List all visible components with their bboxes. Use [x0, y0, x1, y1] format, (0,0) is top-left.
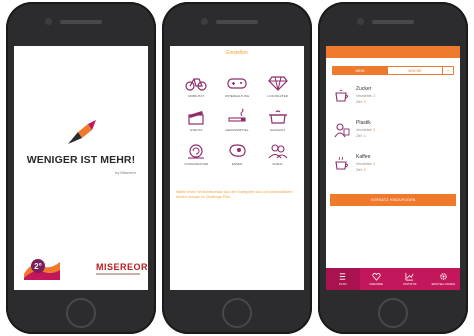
app-logo-icon — [68, 120, 96, 144]
home-button[interactable] — [66, 298, 96, 328]
category-label: MOBILITÄT — [188, 94, 205, 98]
steak-icon — [229, 144, 246, 157]
diamond-icon — [267, 76, 288, 91]
categories-description: Wähle einen Verzichtsvorsatz aus den Kat… — [176, 190, 293, 199]
item-progress-label: Verzichtet: — [356, 128, 373, 132]
nav-statistics[interactable]: STATISTIK — [393, 268, 427, 290]
sponsor-tagline-bar — [96, 273, 140, 275]
item-goal-label: Ziel: — [356, 168, 363, 172]
item-progress: Verzichtet: 2 — [356, 128, 375, 132]
sponsor-logo: MISEREOR — [96, 262, 148, 272]
category-entertainment[interactable]: UNTERHALTUNG — [217, 74, 258, 98]
home-button[interactable] — [222, 298, 252, 328]
tab-mine[interactable]: MEIN — [333, 67, 388, 74]
tab-add[interactable]: + — [443, 67, 453, 74]
item-goal: Ziel: 3 — [356, 134, 366, 138]
list-item[interactable]: Kaffee Verzichtet: 2 Ziel: 3 — [334, 154, 454, 182]
add-goal-button[interactable]: VORSATZ HINZUFÜGEN — [330, 194, 456, 206]
cigarette-icon — [228, 108, 246, 122]
category-luxury[interactable]: LUXUSGÜTER — [257, 74, 298, 98]
category-label: GENUSSMITTEL — [225, 128, 249, 132]
earpiece — [372, 20, 414, 24]
item-goal-value: 3 — [363, 168, 366, 172]
tracker-screen: MEIN WOCHE + Zucker Verzichtet: 2 Ziel: … — [326, 46, 460, 290]
nav-settings[interactable]: EINSTELLUNGEN — [427, 268, 461, 290]
front-camera — [45, 18, 52, 25]
nav-label: FREUNDE — [369, 282, 384, 286]
front-camera — [357, 18, 364, 25]
bag-icon — [334, 123, 350, 138]
category-stimulants[interactable]: GENUSSMITTEL — [217, 108, 258, 132]
nav-plan[interactable]: PLAN — [326, 268, 360, 290]
nav-friends[interactable]: FREUNDE — [360, 268, 394, 290]
snail-icon — [188, 144, 205, 159]
app-showcase: WENIGER IST MEHR! by Misereor 2° MISEREO… — [0, 0, 474, 336]
category-label: ESSEN — [231, 162, 243, 166]
nav-label: STATISTIK — [402, 282, 417, 286]
category-mobility[interactable]: MOBILITÄT — [176, 74, 217, 98]
gamepad-icon — [227, 78, 247, 89]
home-button[interactable] — [378, 298, 408, 328]
category-consumer-goods[interactable]: KONSUMGÜTER — [176, 142, 217, 166]
app-title: WENIGER IST MEHR! — [26, 154, 136, 166]
nav-label: EINSTELLUNGEN — [431, 282, 455, 286]
chart-icon — [405, 272, 414, 281]
heart-icon — [372, 273, 381, 281]
item-goal: Ziel: 3 — [356, 100, 366, 104]
coffee-icon — [335, 156, 348, 170]
category-food[interactable]: ESSEN — [217, 142, 258, 166]
people-icon — [268, 144, 288, 159]
front-camera — [201, 18, 208, 25]
bottom-nav: PLAN FREUNDE STATISTIK EINSTELLUNGEN — [326, 268, 460, 290]
item-progress-label: Verzichtet: — [356, 162, 373, 166]
list-item[interactable]: Plastik Verzichtet: 2 Ziel: 3 — [334, 120, 454, 148]
category-social[interactable]: SOZIAL — [257, 142, 298, 166]
clapperboard-icon — [188, 111, 204, 125]
item-progress-value: 2 — [373, 162, 376, 166]
item-progress-value: 2 — [373, 94, 376, 98]
cup-icon — [335, 89, 348, 102]
item-progress-label: Verzichtet: — [356, 94, 373, 98]
item-goal: Ziel: 3 — [356, 168, 366, 172]
list-icon — [340, 273, 346, 280]
item-progress: Verzichtet: 2 — [356, 162, 375, 166]
category-household[interactable]: HAUSHALT — [257, 108, 298, 132]
bicycle-icon — [185, 78, 207, 91]
category-label: UNTERHALTUNG — [224, 94, 250, 98]
category-events[interactable]: EVENTS — [176, 108, 217, 132]
header-bar — [326, 46, 460, 58]
partner-logo-icon: 2° — [24, 259, 60, 280]
categories-screen: Einstellen MOBILITÄT UNTERHALTUNG LUXUSG… — [170, 46, 304, 290]
phone-tracker: MEIN WOCHE + Zucker Verzichtet: 2 Ziel: … — [318, 2, 468, 334]
list-item[interactable]: Zucker Verzichtet: 2 Ziel: 3 — [334, 86, 454, 114]
tab-week[interactable]: WOCHE — [388, 67, 443, 74]
earpiece — [60, 20, 102, 24]
tab-bar: MEIN WOCHE + — [332, 66, 454, 75]
item-goal-value: 3 — [363, 134, 366, 138]
category-label: EVENTS — [190, 128, 203, 132]
item-name: Plastik — [356, 120, 371, 126]
phone-categories: Einstellen MOBILITÄT UNTERHALTUNG LUXUSG… — [162, 2, 312, 334]
nav-label: PLAN — [339, 282, 347, 286]
category-grid: MOBILITÄT UNTERHALTUNG LUXUSGÜTER EVENTS… — [176, 74, 298, 166]
partner-logo-text: 2° — [34, 262, 42, 271]
category-label: KONSUMGÜTER — [184, 162, 209, 166]
category-label: LUXUSGÜTER — [267, 94, 288, 98]
gear-icon — [439, 273, 447, 280]
splash-screen: WENIGER IST MEHR! by Misereor 2° MISEREO… — [14, 46, 148, 290]
item-name: Zucker — [356, 86, 372, 92]
category-label: SOZIAL — [272, 162, 283, 166]
phone-splash: WENIGER IST MEHR! by Misereor 2° MISEREO… — [6, 2, 156, 334]
cooking-pot-icon — [268, 110, 287, 124]
item-progress: Verzichtet: 2 — [356, 94, 375, 98]
screen-heading: Einstellen — [226, 50, 248, 56]
item-goal-value: 3 — [363, 100, 366, 104]
earpiece — [216, 20, 258, 24]
item-goal-label: Ziel: — [356, 100, 363, 104]
item-name: Kaffee — [356, 154, 371, 160]
category-label: HAUSHALT — [269, 128, 286, 132]
item-goal-label: Ziel: — [356, 134, 363, 138]
item-progress-value: 2 — [373, 128, 376, 132]
app-subtitle: by Misereor — [115, 170, 136, 175]
